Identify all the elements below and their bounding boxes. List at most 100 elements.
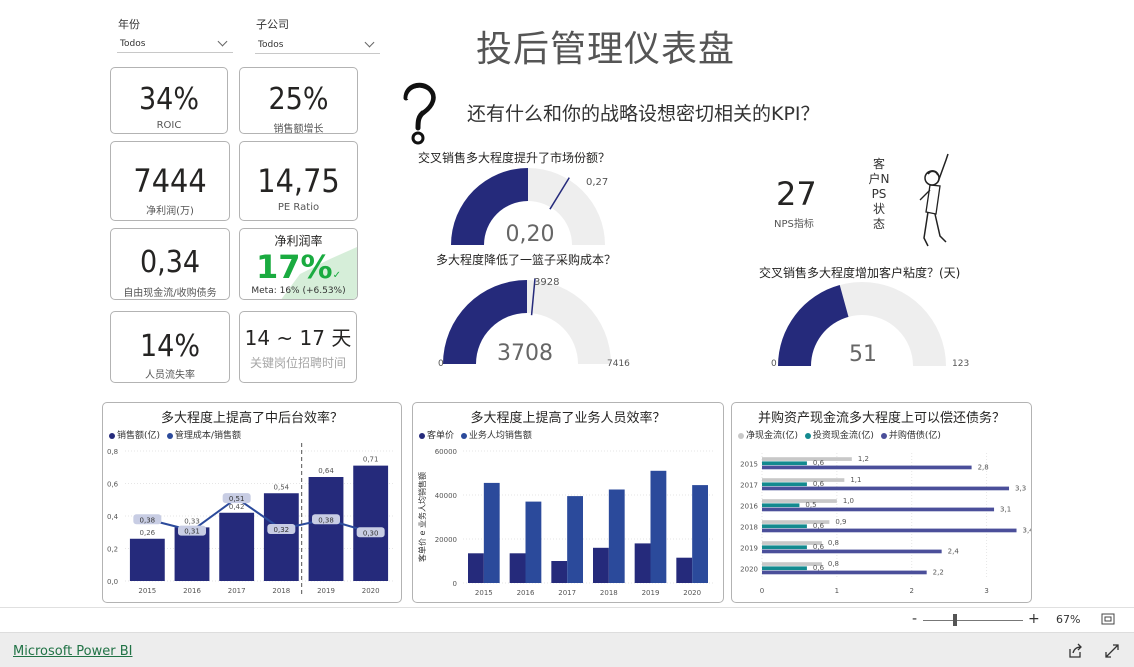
bar: [263, 493, 299, 581]
chart-sales-staff-plot: 0 20000 40000 60000 客单价 e 业务人均销售额 2015 2016 201…: [417, 448, 713, 597]
chart-sales-staff-panel[interactable]: 多大程度上提高了业务人员效率？ 客单价 业务人均销售额 0 20000 40000 6…: [412, 402, 724, 603]
legend-item: 销售额(亿): [117, 431, 161, 441]
legend-item: 业务人均销售额: [468, 431, 532, 441]
y-tick-label: 2019: [740, 545, 758, 553]
card-net-profit[interactable]: 7444 净利润(万): [110, 141, 230, 221]
bar: [567, 496, 583, 583]
bar: [353, 465, 389, 581]
zoom-level: 67%: [1056, 613, 1081, 626]
fit-page-icon[interactable]: [1101, 613, 1115, 625]
slicer-year-dropdown[interactable]: Todos: [117, 35, 233, 53]
powerbi-link[interactable]: Microsoft Power BI: [13, 644, 132, 659]
bar-data-label: 3,4: [1023, 526, 1031, 534]
y-tick-label: 20000: [435, 536, 457, 544]
legend-dot: [166, 432, 173, 439]
line-data-label: 0,38: [140, 516, 156, 524]
bar-data-label: 0,64: [318, 467, 334, 475]
zoom-out-button[interactable]: -: [912, 611, 917, 627]
bar-data-label: 3,3: [1015, 484, 1026, 492]
fullscreen-icon[interactable]: [1104, 643, 1120, 659]
chevron-down-icon: [217, 36, 228, 47]
x-tick-label: 3: [984, 587, 988, 595]
chart-backoffice-panel[interactable]: 多大程度上提高了中后台效率？ 销售额(亿) 管理成本/销售额 0,0 0,2 0,4…: [102, 402, 402, 603]
y-tick-label: 0,0: [107, 578, 118, 586]
line-data-label: 0,51: [229, 495, 245, 503]
line-data-label: 0,31: [184, 528, 200, 536]
zoom-slider-track[interactable]: [923, 620, 1023, 621]
chart-cashflow-legend: 净现金流(亿) 投资现金流(亿) 并购借债(亿): [734, 428, 941, 441]
card-hiring-label: 关键岗位招聘时间: [249, 356, 346, 370]
card-turnover-label: 人员流失率: [145, 370, 195, 381]
gauge-stickiness-title: 交叉销售多大程度增加客户粘度？(天): [759, 266, 961, 280]
gauge-procurement-value: 3708: [497, 341, 553, 366]
gauge-stickiness: 51 0 123: [771, 282, 969, 369]
card-sales-growth-value: 25%: [268, 82, 329, 117]
slicer-company-dropdown[interactable]: Todos: [255, 36, 380, 54]
card-turnover[interactable]: 14% 人员流失率: [110, 311, 230, 383]
bar: [525, 501, 542, 583]
person-illustration-icon: [919, 153, 949, 247]
bar: [129, 538, 165, 581]
card-hiring[interactable]: 14 ~ 17 天 关键岗位招聘时间: [239, 311, 357, 383]
legend-dot: [738, 432, 744, 439]
card-pe-ratio[interactable]: 14,75 PE Ratio: [239, 141, 358, 221]
legend-item: 净现金流(亿): [746, 431, 799, 441]
y-tick-label: 60000: [435, 448, 457, 456]
bar: [762, 499, 837, 503]
x-tick-label: 2017: [558, 589, 576, 597]
legend-item: 管理成本/销售额: [174, 431, 241, 441]
slicer-company-label: 子公司: [256, 18, 289, 31]
chart-sales-staff-title: 多大程度上提高了业务人员效率？: [470, 411, 666, 426]
y-tick-label: 2017: [740, 482, 758, 490]
y-tick-label: 0,6: [107, 481, 119, 489]
card-net-profit-value: 7444: [133, 162, 207, 200]
chart-cashflow-panel[interactable]: 并购资产现金流多大程度上可以偿还债务？ 净现金流(亿) 投资现金流(亿) 并购借…: [731, 402, 1032, 603]
legend-dot: [804, 432, 811, 439]
card-sales-growth[interactable]: 25% 销售额增长: [239, 67, 358, 135]
bar-data-label: 0,8: [828, 560, 839, 568]
x-tick-label: 2: [909, 587, 913, 595]
card-net-margin-title: 净利润率: [274, 234, 323, 248]
bar-data-label: 2,4: [948, 547, 960, 555]
gauge-procurement-min: 0: [438, 359, 444, 369]
gauge-procurement-title: 多大程度降低了一篮子采购成本？: [436, 253, 617, 267]
y-tick-label: 0,4: [107, 513, 119, 521]
bar-data-label: 1,2: [858, 455, 869, 463]
x-tick-label: 2020: [362, 587, 380, 595]
bar: [634, 543, 651, 583]
bar: [762, 545, 807, 550]
gauge-market-share-target-label: 0,27: [586, 177, 608, 188]
slicer-year-label: 年份: [118, 18, 140, 31]
bar: [219, 512, 255, 581]
slicer-year-value: Todos: [120, 38, 146, 49]
bar: [762, 486, 1010, 491]
card-pe-ratio-label: PE Ratio: [277, 202, 320, 213]
card-fcf-value: 0,34: [139, 245, 201, 280]
share-icon[interactable]: [1067, 643, 1083, 659]
chevron-down-icon: [364, 37, 375, 48]
card-sales-growth-label: 销售额增长: [273, 124, 324, 135]
x-tick-label: 0: [760, 587, 764, 595]
legend-dot: [419, 432, 425, 439]
card-turnover-value: 14%: [140, 329, 200, 364]
card-fcf[interactable]: 0,34 自由现金流/收购债务: [110, 228, 230, 300]
page-title: 投后管理仪表盘: [476, 29, 736, 70]
zoom-in-button[interactable]: +: [1028, 611, 1040, 627]
zoom-slider-thumb[interactable]: [953, 614, 957, 626]
bar-data-label: 0,54: [274, 483, 290, 491]
gauge-procurement-target-label: 3928: [534, 277, 559, 288]
card-net-margin[interactable]: 净利润率 17%✓ Meta: 16% (+6.53%): [239, 228, 358, 300]
gauge-procurement: 3928 3708 0 7416: [438, 277, 630, 369]
gauge-market-share: 0,27 0,20: [451, 168, 608, 247]
bar-data-label: 0,42: [229, 503, 245, 511]
bar-data-label: 0,71: [363, 456, 379, 464]
bar: [762, 482, 807, 487]
gauge-stickiness-min: 0: [771, 359, 777, 369]
y-tick-label: 2020: [740, 566, 758, 574]
y-tick-label: 0,8: [107, 448, 118, 456]
bar: [608, 489, 625, 583]
bar: [676, 557, 693, 583]
bar: [762, 503, 800, 508]
bar-data-label: 2,2: [933, 568, 944, 576]
card-roic[interactable]: 34% ROIC: [110, 67, 228, 134]
